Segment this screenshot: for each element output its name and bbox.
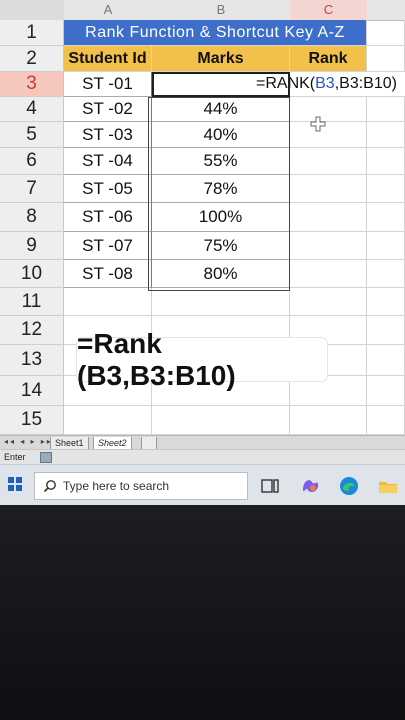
formula-ref: B3 [315, 75, 335, 92]
cell-cursor-icon [310, 116, 326, 132]
empty-cell[interactable] [152, 288, 290, 316]
cell-rank[interactable] [290, 148, 367, 175]
cell-student-id[interactable]: ST -02 [64, 97, 152, 122]
cell-d[interactable] [367, 122, 405, 148]
header-marks[interactable]: Marks [152, 46, 290, 72]
row-header-14[interactable]: 14 [0, 376, 64, 406]
formula-suffix: ,B3:B10) [334, 75, 397, 92]
file-explorer-icon[interactable] [376, 474, 400, 498]
row-header-1[interactable]: 1 [0, 20, 64, 46]
sheet-tab-bar: ◂◂ ◂ ▸ ▸▸ Sheet1 Sheet2 [0, 435, 405, 450]
windows-taskbar: Type here to search [0, 464, 405, 505]
cell-marks[interactable]: 55% [152, 148, 290, 175]
cell-student-id[interactable]: ST -07 [64, 232, 152, 260]
row-header-5[interactable]: 5 [0, 122, 64, 148]
empty-cell[interactable] [367, 316, 405, 345]
title-cell[interactable]: Rank Function & Shortcut Key A-Z [64, 20, 367, 46]
laptop-bezel [0, 505, 405, 720]
row-header-4[interactable]: 4 [0, 97, 64, 122]
task-view-icon[interactable] [258, 474, 282, 498]
cell-rank[interactable] [290, 260, 367, 288]
cell-marks[interactable]: 80% [152, 260, 290, 288]
cell-marks[interactable]: 75% [152, 232, 290, 260]
cell-d2[interactable] [367, 46, 405, 72]
taskbar-search-box[interactable]: Type here to search [34, 472, 248, 500]
cell-rank[interactable] [290, 122, 367, 148]
cell-marks[interactable]: 40% [152, 122, 290, 148]
row-header-15[interactable]: 15 [0, 406, 64, 435]
row-header-13[interactable]: 13 [0, 345, 64, 376]
cell-student-id[interactable]: ST -06 [64, 203, 152, 232]
cell-marks[interactable]: 100% [152, 203, 290, 232]
row-header-8[interactable]: 8 [0, 203, 64, 232]
row-header-6[interactable]: 6 [0, 148, 64, 175]
macro-record-icon[interactable] [40, 452, 52, 463]
empty-cell[interactable] [367, 288, 405, 316]
sheet-nav-arrows-icon[interactable]: ◂◂ ◂ ▸ ▸▸ [4, 437, 53, 446]
cell-d[interactable] [367, 97, 405, 122]
cell-rank[interactable] [290, 175, 367, 203]
cell-student-id[interactable]: ST -04 [64, 148, 152, 175]
edge-browser-icon[interactable] [337, 474, 361, 498]
empty-cell[interactable] [64, 288, 152, 316]
status-bar: Enter [0, 449, 405, 464]
column-header-d[interactable] [367, 0, 405, 21]
cell-student-id[interactable]: ST -03 [64, 122, 152, 148]
formula-caption: =Rank (B3,B3:B10) [77, 328, 327, 391]
header-rank[interactable]: Rank [290, 46, 367, 72]
search-placeholder: Type here to search [63, 479, 170, 493]
column-header-b[interactable]: B [152, 0, 291, 21]
cell-d[interactable] [367, 175, 405, 203]
laptop-screen: A B C 1 2 3 4 5 6 7 8 9 10 11 12 13 14 15 Rank Functio… [0, 0, 405, 505]
cell-d[interactable] [367, 203, 405, 232]
formula-edit-cell[interactable]: =RANK(B3 ,B3:B10) [252, 72, 405, 97]
row-header-11[interactable]: 11 [0, 288, 64, 316]
select-all-corner[interactable] [0, 0, 65, 21]
cell-rank[interactable] [290, 232, 367, 260]
column-header-c[interactable]: C [290, 0, 368, 21]
cell-marks[interactable]: 78% [152, 175, 290, 203]
cell-d[interactable] [367, 260, 405, 288]
cell-student-id[interactable]: ST -01 [64, 72, 152, 97]
empty-cell[interactable] [290, 288, 367, 316]
header-student-id[interactable]: Student Id [64, 46, 152, 72]
windows-start-icon[interactable] [8, 477, 22, 491]
cell-d[interactable] [367, 148, 405, 175]
cell-d[interactable] [367, 232, 405, 260]
cell-rank[interactable] [290, 203, 367, 232]
empty-cell[interactable] [290, 406, 367, 435]
search-icon [43, 480, 56, 493]
row-header-9[interactable]: 9 [0, 232, 64, 260]
empty-cell[interactable] [64, 406, 152, 435]
formula-prefix: =RANK( [256, 75, 316, 92]
row-header-2[interactable]: 2 [0, 46, 64, 72]
cell-d1[interactable] [367, 20, 405, 46]
row-header-10[interactable]: 10 [0, 260, 64, 288]
empty-cell[interactable] [367, 406, 405, 435]
cell-student-id[interactable]: ST -05 [64, 175, 152, 203]
empty-cell[interactable] [152, 406, 290, 435]
empty-cell[interactable] [367, 345, 405, 376]
cell-student-id[interactable]: ST -08 [64, 260, 152, 288]
cell-rank[interactable] [290, 97, 367, 122]
copilot-icon[interactable] [298, 474, 322, 498]
row-header-7[interactable]: 7 [0, 175, 64, 203]
status-mode: Enter [4, 452, 26, 462]
row-header-3[interactable]: 3 [0, 72, 64, 97]
cell-marks[interactable]: 44% [152, 97, 290, 122]
row-header-12[interactable]: 12 [0, 316, 64, 345]
column-header-a[interactable]: A [64, 0, 153, 21]
empty-cell[interactable] [367, 376, 405, 406]
